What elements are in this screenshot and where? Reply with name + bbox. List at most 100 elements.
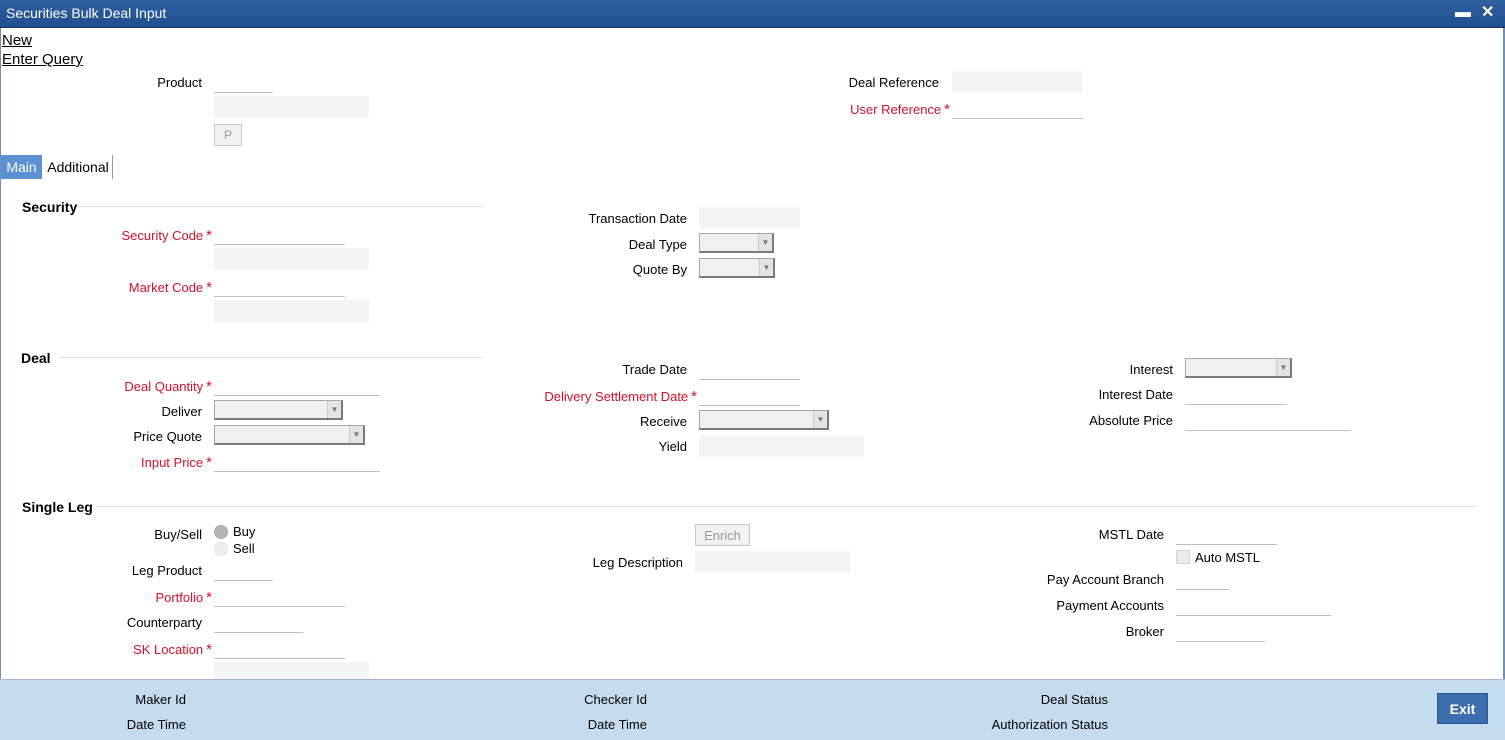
interest-date-label: Interest Date <box>1098 387 1173 402</box>
transaction-date-field <box>699 207 800 229</box>
product-label: Product <box>157 75 202 90</box>
deal-reference-label: Deal Reference <box>848 75 939 90</box>
market-code-label: Market Code * <box>60 279 212 296</box>
chevron-down-icon: ▼ <box>327 401 341 418</box>
trade-date-input[interactable] <box>699 358 800 380</box>
broker-input[interactable] <box>1176 620 1265 642</box>
payment-accounts-input[interactable] <box>1176 594 1331 616</box>
auto-mstl-checkbox[interactable] <box>1176 550 1190 564</box>
absolute-price-label: Absolute Price <box>1089 413 1173 428</box>
interest-date-input[interactable] <box>1185 383 1287 405</box>
enter-query-link[interactable]: Enter Query <box>2 51 83 68</box>
pay-account-branch-label: Pay Account Branch <box>1046 572 1164 587</box>
leg-description-field <box>695 551 850 573</box>
counterparty-input[interactable] <box>214 611 303 633</box>
pay-account-branch-input[interactable] <box>1176 568 1229 590</box>
title-bar: Securities Bulk Deal Input ▬ ✕ <box>0 0 1505 28</box>
input-price-input[interactable] <box>214 450 380 472</box>
transaction-date-label: Transaction Date <box>588 211 687 226</box>
deal-quantity-input[interactable] <box>214 374 380 396</box>
receive-label: Receive <box>640 414 687 429</box>
user-reference-input[interactable] <box>952 97 1083 119</box>
new-link[interactable]: New <box>2 32 32 49</box>
interest-select[interactable]: ▼ <box>1185 358 1292 378</box>
exit-button[interactable]: Exit <box>1437 693 1488 724</box>
portfolio-label-text: Portfolio <box>155 590 204 605</box>
deal-quantity-label-text: Deal Quantity <box>124 379 204 394</box>
checker-date-time-label: Date Time <box>587 717 647 732</box>
deliver-select[interactable]: ▼ <box>214 400 343 420</box>
deal-section-divider <box>58 357 482 358</box>
chevron-down-icon: ▼ <box>349 426 363 443</box>
enrich-button[interactable]: Enrich <box>695 524 750 546</box>
yield-label: Yield <box>658 439 687 454</box>
delivery-settlement-date-input[interactable] <box>699 384 800 406</box>
security-code-input[interactable] <box>214 223 345 245</box>
broker-label: Broker <box>1125 624 1164 639</box>
leg-product-input[interactable] <box>214 559 273 581</box>
payment-accounts-label: Payment Accounts <box>1056 598 1164 613</box>
checker-id-label: Checker Id <box>584 692 647 707</box>
portfolio-input[interactable] <box>214 585 345 607</box>
leg-description-label: Leg Description <box>592 555 683 570</box>
security-description-field <box>214 248 369 270</box>
chevron-down-icon: ▼ <box>758 234 772 251</box>
authorization-status-label: Authorization Status <box>991 717 1108 732</box>
portfolio-label: Portfolio * <box>60 589 212 606</box>
required-marker: * <box>206 454 212 471</box>
required-marker: * <box>206 589 212 606</box>
security-section-title: Security <box>22 199 78 215</box>
required-marker: * <box>206 378 212 395</box>
sk-location-label: SK Location * <box>60 641 212 658</box>
chevron-down-icon: ▼ <box>1276 359 1290 376</box>
required-marker: * <box>206 279 212 296</box>
deal-type-label: Deal Type <box>628 237 687 252</box>
product-description-field <box>214 96 369 118</box>
chevron-down-icon: ▼ <box>759 259 773 276</box>
security-code-label-text: Security Code <box>121 228 204 243</box>
single-leg-section-divider <box>96 506 1476 507</box>
absolute-price-input[interactable] <box>1185 409 1351 431</box>
buy-sell-label: Buy/Sell <box>154 527 202 542</box>
input-price-label: Input Price * <box>60 454 212 471</box>
product-input[interactable] <box>214 71 273 93</box>
required-marker: * <box>206 641 212 658</box>
sell-radio-label: Sell <box>233 541 255 556</box>
required-marker: * <box>691 388 697 405</box>
quote-by-select[interactable]: ▼ <box>699 258 775 278</box>
deal-section-title: Deal <box>21 350 51 366</box>
mstl-date-input[interactable] <box>1176 523 1277 545</box>
tab-main[interactable]: Main <box>1 155 42 179</box>
interest-label: Interest <box>1129 362 1173 377</box>
receive-select[interactable]: ▼ <box>699 410 829 430</box>
deliver-label: Deliver <box>161 404 202 419</box>
user-reference-label: User Reference * <box>800 101 950 118</box>
product-lookup-button[interactable]: P <box>214 124 242 146</box>
mstl-date-label: MSTL Date <box>1098 527 1164 542</box>
required-marker: * <box>206 227 212 244</box>
sk-location-description-field <box>214 662 369 679</box>
counterparty-label: Counterparty <box>126 615 202 630</box>
market-code-input[interactable] <box>214 275 345 297</box>
deal-type-select[interactable]: ▼ <box>699 233 774 253</box>
sell-radio[interactable] <box>214 542 228 556</box>
delivery-settlement-date-label: Delivery Settlement Date * <box>500 388 697 405</box>
delivery-settlement-date-label-text: Delivery Settlement Date <box>544 389 689 404</box>
close-icon[interactable]: ✕ <box>1481 4 1494 22</box>
minimize-icon[interactable]: ▬ <box>1455 4 1471 22</box>
required-marker: * <box>944 101 950 118</box>
yield-field <box>699 435 864 457</box>
maker-id-label: Maker Id <box>135 692 186 707</box>
sk-location-input[interactable] <box>214 637 345 659</box>
sk-location-label-text: SK Location <box>133 642 204 657</box>
market-description-field <box>214 300 369 322</box>
security-section-divider <box>78 206 482 207</box>
deal-status-label: Deal Status <box>1040 692 1108 707</box>
deal-quantity-label: Deal Quantity * <box>60 378 212 395</box>
window-frame-left <box>0 28 1 679</box>
buy-radio[interactable] <box>214 525 228 539</box>
buy-radio-label: Buy <box>233 524 256 539</box>
tab-additional[interactable]: Additional <box>44 155 113 179</box>
price-quote-select[interactable]: ▼ <box>214 425 365 445</box>
price-quote-label: Price Quote <box>133 429 202 444</box>
